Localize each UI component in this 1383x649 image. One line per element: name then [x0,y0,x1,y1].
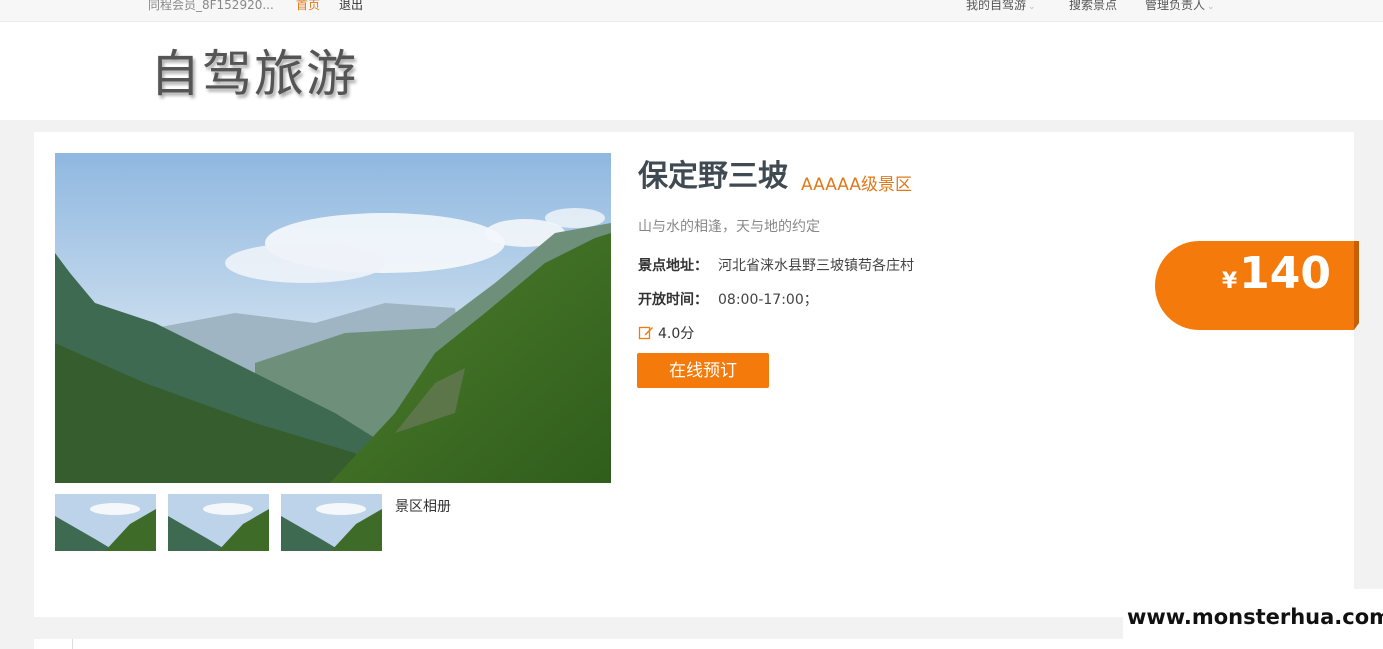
hours-row: 开放时间： 08:00-17:00； [638,289,818,309]
next-section [34,639,1124,649]
site-logo[interactable]: 自驾旅游 [150,44,358,104]
book-online-button[interactable]: 在线预订 [637,353,769,388]
edit-icon [638,324,654,344]
hours-label: 开放时间： [638,292,708,308]
manager-label: 管理负责人 [1145,0,1206,12]
my-trips-menu[interactable]: 我的自驾游 ⌄ [966,0,1036,12]
rating-value: 4.0分 [658,326,695,342]
attraction-level: AAAAA级景区 [801,175,913,195]
attraction-title: 保定野三坡 [638,159,788,194]
hours-value: 08:00-17:00； [718,292,818,308]
chevron-down-icon: ⌄ [1028,2,1036,12]
thumbnail-image [281,494,382,551]
top-bar: 同程会员_8F152920... 首页 退出 我的自驾游 ⌄ 搜索景点 管理负责人… [0,0,1383,22]
search-attractions-link[interactable]: 搜索景点 [1069,0,1117,11]
logout-link[interactable]: 退出 [339,0,363,11]
currency-symbol: ¥ [1221,269,1238,294]
album-thumbnail[interactable] [55,494,156,551]
address-row: 景点地址： 河北省涞水县野三坡镇苟各庄村 [638,255,914,275]
mountain-landscape-image [55,153,611,483]
watermark: www.monsterhua.com [1123,589,1383,649]
album-link[interactable]: 景区相册 [395,496,451,516]
address-value: 河北省涞水县野三坡镇苟各庄村 [718,258,914,274]
rating: 4.0分 [638,323,694,344]
watermark-text: www.monsterhua.com [1127,605,1383,629]
user-name[interactable]: 同程会员_8F152920... [148,0,274,11]
divider [72,639,73,649]
attraction-slogan: 山与水的相逢，天与地的约定 [638,219,820,235]
thumbnail-image [55,494,156,551]
chevron-down-icon: ⌄ [1207,2,1215,12]
thumbnail-image [168,494,269,551]
album-thumbnail[interactable] [281,494,382,551]
site-header: 自驾旅游 [0,22,1383,120]
main-photo[interactable] [55,153,611,483]
price-tag: ¥140 [1155,241,1359,330]
home-link[interactable]: 首页 [296,0,320,11]
album-thumbnail[interactable] [168,494,269,551]
address-label: 景点地址： [638,258,708,274]
attraction-card: 景区相册 保定野三坡 AAAAA级景区 山与水的相逢，天与地的约定 景点地址： 河… [34,132,1359,617]
my-trips-label: 我的自驾游 [966,0,1027,12]
price-value: 140 [1239,248,1331,299]
manager-menu[interactable]: 管理负责人 ⌄ [1145,0,1215,12]
price: ¥140 [1222,249,1331,307]
